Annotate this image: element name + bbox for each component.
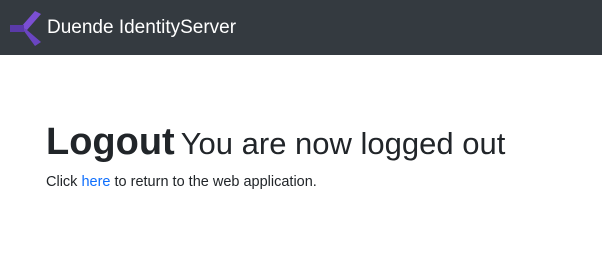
return-message: Click here to return to the web applicat… [46,174,586,190]
return-link[interactable]: here [81,174,110,190]
page-title: Logout [46,121,175,163]
message-suffix: to return to the web application. [110,173,317,190]
page-subtitle: You are now logged out [180,126,506,161]
brand-name: Duende IdentityServer [47,17,237,38]
top-navbar: Duende IdentityServer [0,0,602,55]
duende-logo-icon [10,10,41,46]
main-content: Logout You are now logged out Click here … [46,120,586,190]
brand-link[interactable]: Duende IdentityServer [8,0,236,55]
message-prefix: Click [46,173,82,190]
page-heading: Logout You are now logged out [46,120,586,166]
